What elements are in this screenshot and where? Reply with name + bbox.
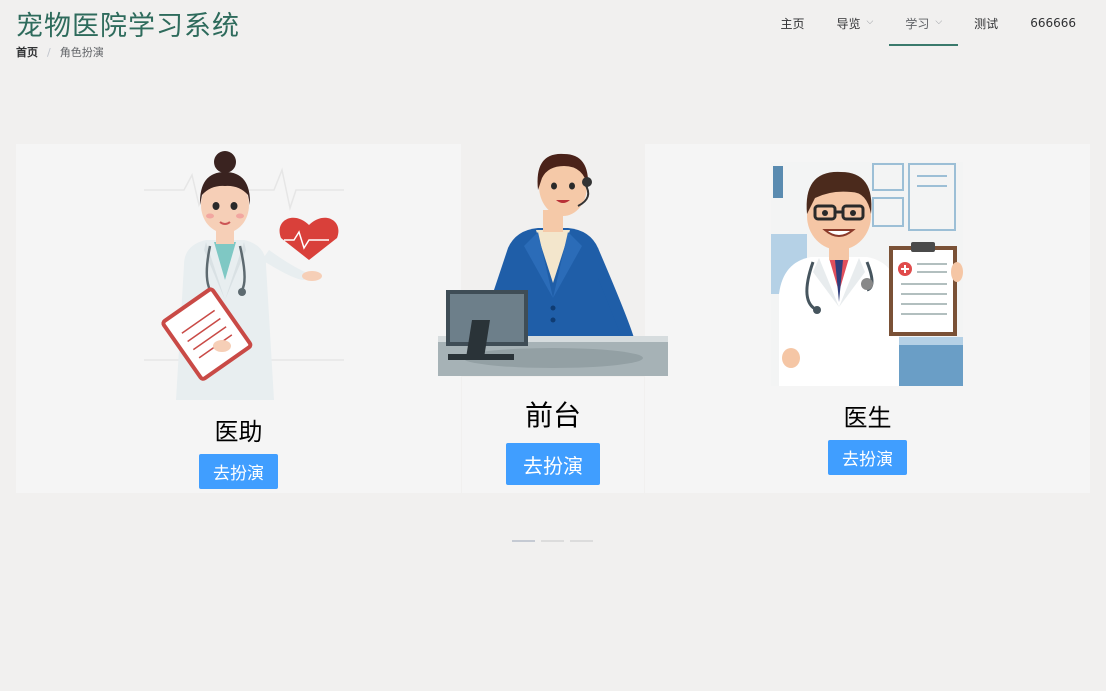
- role-name: 前台: [524, 399, 581, 432]
- nav-item-label: 学习: [905, 16, 930, 31]
- roleplay-assistant-button[interactable]: 去扮演: [199, 454, 278, 489]
- nav-item-guide[interactable]: 导览 ⌵: [820, 0, 889, 46]
- role-card-doctor: 医生 去扮演: [645, 144, 1090, 493]
- role-name: 医生: [843, 404, 892, 432]
- roleplay-reception-button[interactable]: 去扮演: [506, 443, 600, 485]
- nav-item-learn[interactable]: 学习 ⌵: [889, 0, 959, 46]
- breadcrumb-current: 角色扮演: [59, 46, 104, 59]
- doctor-illustration-icon: [771, 162, 963, 386]
- role-card-assistant: 医助 去扮演: [16, 144, 461, 493]
- nav-item-label: 测试: [974, 16, 999, 31]
- header: 宠物医院学习系统 首页 / 角色扮演 主页 导览 ⌵ 学习 ⌵ 测试 66666…: [0, 0, 1106, 70]
- role-carousel: 医助 去扮演 医生 去扮演 前台 去扮演: [0, 140, 1106, 500]
- carousel-indicator[interactable]: [570, 540, 593, 542]
- receptionist-illustration-icon: [438, 153, 668, 376]
- nav-item-user[interactable]: 666666: [1014, 0, 1092, 46]
- top-nav: 主页 导览 ⌵ 学习 ⌵ 测试 666666: [764, 0, 1092, 46]
- nav-item-label: 导览: [836, 16, 861, 31]
- carousel-indicator[interactable]: [541, 540, 564, 542]
- chevron-down-icon: ⌵: [935, 17, 943, 27]
- carousel-indicators: [512, 540, 593, 542]
- app-title: 宠物医院学习系统: [16, 11, 240, 42]
- nav-item-label: 主页: [780, 16, 805, 31]
- nav-item-test[interactable]: 测试: [958, 0, 1014, 46]
- breadcrumb-separator: /: [47, 45, 51, 59]
- roleplay-doctor-button[interactable]: 去扮演: [828, 440, 907, 475]
- role-name: 医助: [214, 418, 263, 446]
- carousel-indicator[interactable]: [512, 540, 535, 542]
- nurse-illustration-icon: [144, 151, 344, 400]
- chevron-down-icon: ⌵: [866, 17, 874, 27]
- nav-item-label: 666666: [1030, 16, 1076, 30]
- breadcrumb-home[interactable]: 首页: [16, 44, 38, 60]
- breadcrumb: 首页 / 角色扮演: [16, 44, 104, 60]
- role-card-reception: 前台 去扮演: [438, 140, 668, 493]
- nav-item-home[interactable]: 主页: [764, 0, 820, 46]
